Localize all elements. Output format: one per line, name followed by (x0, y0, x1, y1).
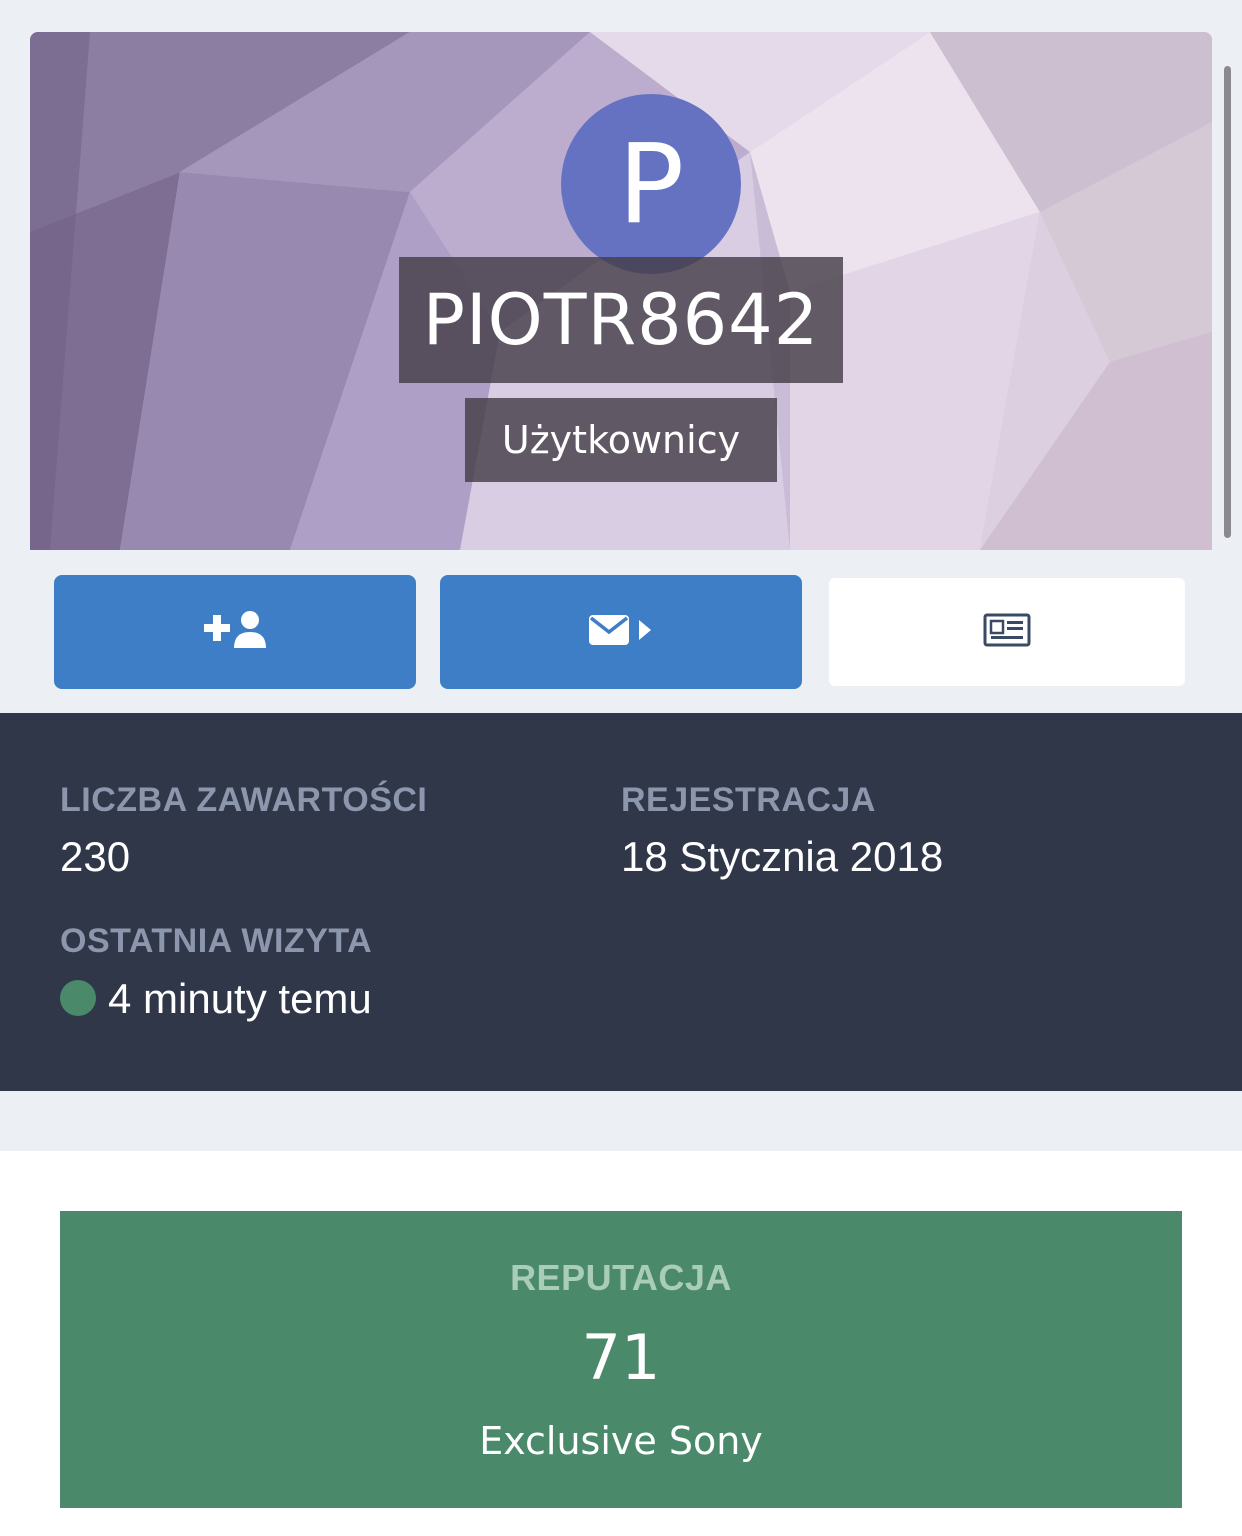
online-status-icon (60, 980, 96, 1016)
profile-stats-panel: LICZBA ZAWARTOŚCI 230 REJESTRACJA 18 Sty… (0, 713, 1242, 1091)
username-badge: PIOTR8642 (399, 257, 843, 383)
username: PIOTR8642 (422, 279, 820, 361)
last-visit-value: 4 minuty temu (108, 975, 372, 1022)
scrollbar[interactable] (1224, 66, 1231, 538)
user-group: Użytkownicy (501, 418, 741, 462)
reputation-badge: REPUTACJA 71 Exclusive Sony (60, 1211, 1182, 1508)
reputation-value: 71 (581, 1321, 661, 1394)
follow-button[interactable] (54, 575, 416, 689)
avatar-letter: P (617, 120, 685, 248)
content-count-value[interactable]: 230 (60, 833, 130, 881)
joined-label: REJESTRACJA (621, 781, 876, 819)
joined-value: 18 Stycznia 2018 (621, 833, 944, 880)
add-user-icon (204, 610, 266, 655)
send-message-icon (588, 612, 654, 653)
avatar[interactable]: P (561, 94, 741, 274)
user-group-badge: Użytkownicy (465, 398, 777, 482)
send-message-button[interactable] (440, 575, 802, 689)
reputation-label: REPUTACJA (510, 1257, 732, 1298)
content-count-label: LICZBA ZAWARTOŚCI (60, 781, 428, 819)
activity-button[interactable] (829, 578, 1185, 686)
cover-photo: P PIOTR8642 Użytkownicy (30, 32, 1212, 550)
section-gap (0, 1091, 1242, 1151)
newspaper-icon (983, 613, 1031, 652)
last-visit-label: OSTATNIA WIZYTA (60, 922, 373, 960)
reputation-rank: Exclusive Sony (479, 1419, 763, 1463)
profile-header: P PIOTR8642 Użytkownicy (0, 0, 1242, 713)
